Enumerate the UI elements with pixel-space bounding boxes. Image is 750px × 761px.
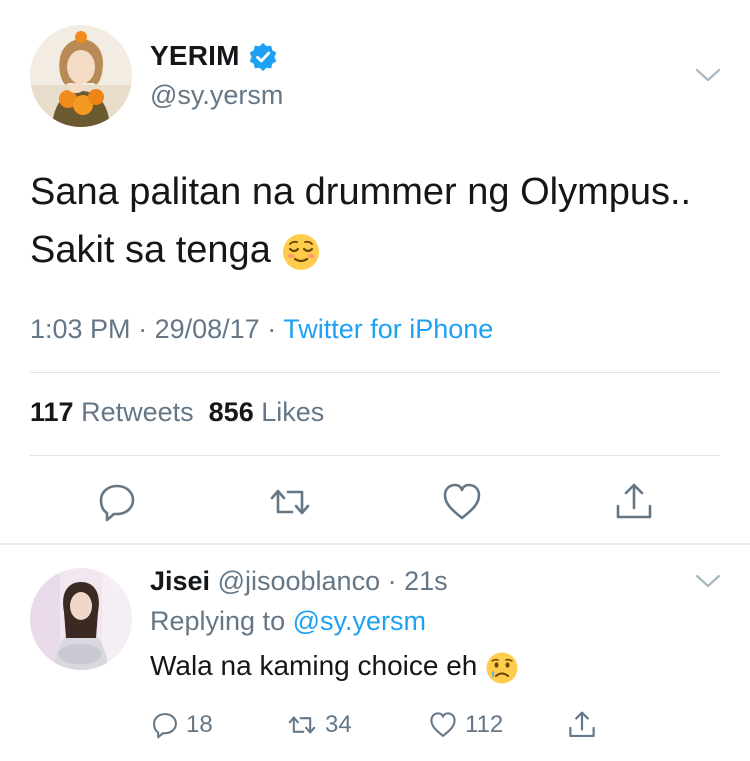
crying-face-emoji-icon xyxy=(486,652,518,684)
retweet-icon[interactable] xyxy=(268,480,312,524)
relieved-face-emoji-icon xyxy=(283,233,320,270)
replying-to: Replying to @sy.yersm xyxy=(150,606,426,637)
tweet-date: 29/08/17 xyxy=(154,314,260,344)
divider xyxy=(30,455,720,456)
share-icon[interactable] xyxy=(612,480,656,524)
tweet-stats: 117 Retweets 856 Likes xyxy=(30,397,324,428)
likes-stat[interactable]: 856 Likes xyxy=(209,397,325,427)
reply-like-button[interactable]: 112 xyxy=(427,707,503,743)
reply-icon xyxy=(153,713,177,739)
reply-like-count: 112 xyxy=(465,711,504,738)
reply-handle[interactable]: @jisooblanco xyxy=(218,566,381,596)
divider xyxy=(30,372,720,373)
tweet-text-line-2-words: Sakit sa tenga xyxy=(30,229,271,271)
meta-separator: · xyxy=(267,314,284,344)
verified-badge-icon xyxy=(249,43,277,71)
author-display-name[interactable]: YERIM xyxy=(150,40,240,72)
reply-text: Wala na kaming choice eh xyxy=(150,650,519,685)
like-icon[interactable] xyxy=(440,480,484,524)
chevron-down-icon[interactable] xyxy=(694,572,722,590)
author-avatar[interactable] xyxy=(30,25,132,127)
reply-count: 18 xyxy=(186,711,213,738)
reply-header: Jisei @jisooblanco · 21s xyxy=(150,566,448,597)
tweet-text: Sana palitan na drummer ng Olympus.. Sak… xyxy=(30,163,730,279)
meta-separator: · xyxy=(138,314,155,344)
retweets-label: Retweets xyxy=(81,397,194,427)
reply-text-words: Wala na kaming choice eh xyxy=(150,650,478,681)
meta-separator: · xyxy=(380,566,405,596)
reply-retweet-count: 34 xyxy=(325,711,352,738)
retweets-stat[interactable]: 117 Retweets xyxy=(30,397,194,427)
tweet-separator xyxy=(0,543,750,545)
replying-to-mention[interactable]: @sy.yersm xyxy=(293,606,426,636)
like-icon xyxy=(430,712,456,737)
reply-icon[interactable] xyxy=(95,480,139,524)
replying-to-label: Replying to xyxy=(150,606,286,636)
retweets-count: 117 xyxy=(30,397,74,427)
tweet-text-line-2: Sakit sa tenga xyxy=(30,221,730,279)
likes-count: 856 xyxy=(208,397,254,427)
retweet-icon xyxy=(288,716,316,734)
tweet-meta: 1:03 PM · 29/08/17 · Twitter for iPhone xyxy=(30,314,493,345)
chevron-down-icon[interactable] xyxy=(694,66,722,84)
reply-retweet-button[interactable]: 34 xyxy=(285,707,352,743)
reply-age: 21s xyxy=(404,566,448,596)
tweet-time: 1:03 PM xyxy=(30,314,131,344)
reply-share-button[interactable] xyxy=(566,707,604,743)
share-icon xyxy=(569,711,595,737)
reply-reply-button[interactable]: 18 xyxy=(150,707,213,743)
main-tweet: YERIM @sy.yersm Sana palitan na drummer … xyxy=(0,0,750,545)
author-handle[interactable]: @sy.yersm xyxy=(150,80,283,111)
tweet-source-link[interactable]: Twitter for iPhone xyxy=(283,314,493,344)
tweet-text-line-1: Sana palitan na drummer ng Olympus.. xyxy=(30,171,692,213)
reply-avatar[interactable] xyxy=(30,568,132,670)
likes-label: Likes xyxy=(261,397,325,427)
reply-display-name[interactable]: Jisei xyxy=(150,566,210,596)
